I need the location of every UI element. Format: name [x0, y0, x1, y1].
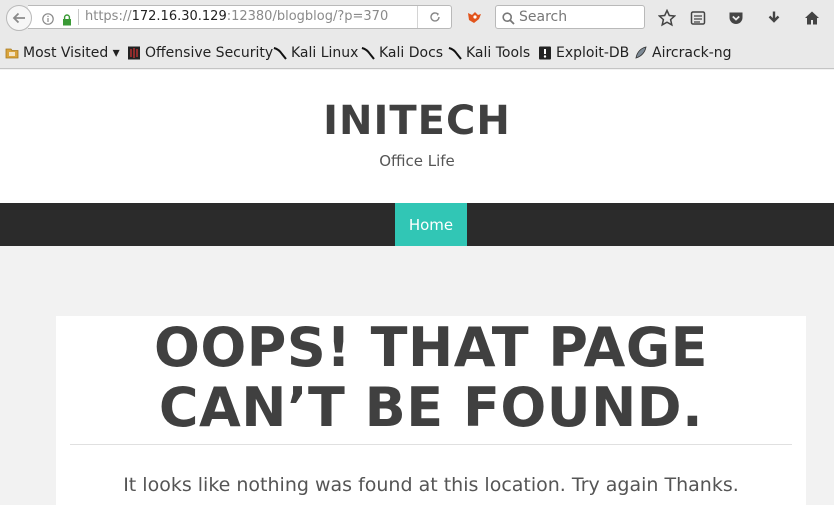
bookmark-aircrack-ng[interactable]: Aircrack-ng: [634, 44, 732, 62]
bookmark-most-visited[interactable]: Most Visited ▾: [5, 44, 120, 62]
bookmarks-toolbar: Most Visited ▾ Offensive Security Kali L…: [0, 36, 834, 69]
kali-icon: [273, 46, 287, 60]
aircrack-icon: [634, 46, 648, 60]
search-icon: [502, 10, 515, 29]
url-bar[interactable]: https://172.16.30.129:12380/blogblog/?p=…: [28, 5, 452, 29]
bookmark-label: Offensive Security: [145, 45, 274, 61]
page-title: OOPS! THAT PAGE CAN’T BE FOUND.: [153, 316, 709, 439]
site-title[interactable]: INITECH: [0, 98, 834, 144]
bookmark-label: Kali Docs: [379, 45, 444, 61]
bookmark-label: Kali Linux: [291, 45, 359, 61]
kali-icon: [448, 46, 462, 60]
bookmark-label: Kali Tools: [466, 45, 531, 61]
home-icon[interactable]: [802, 8, 822, 28]
download-icon[interactable]: [764, 8, 784, 28]
reload-icon[interactable]: [417, 6, 451, 28]
folder-icon: [5, 46, 19, 60]
url-text[interactable]: https://172.16.30.129:12380/blogblog/?p=…: [85, 9, 388, 24]
bookmark-kali-linux[interactable]: Kali Linux: [273, 44, 358, 62]
url-prefix: https://: [85, 9, 132, 24]
url-host: 172.16.30.129: [131, 9, 227, 24]
back-button[interactable]: [6, 5, 32, 31]
bookmark-label: Exploit-DB: [556, 45, 630, 61]
reading-list-icon[interactable]: [688, 8, 708, 28]
bookmark-label: Most Visited ▾: [23, 45, 120, 61]
search-placeholder: Search: [519, 9, 568, 25]
nav-item-home[interactable]: Home: [395, 203, 467, 246]
lock-icon: [62, 11, 72, 30]
back-arrow-icon: [12, 9, 26, 28]
site-description: Office Life: [379, 152, 455, 170]
bookmark-star-icon[interactable]: [657, 8, 677, 28]
main-navigation: Home: [0, 203, 834, 246]
bookmark-exploit-db[interactable]: Exploit-DB: [538, 44, 629, 62]
content-area: OOPS! THAT PAGE CAN’T BE FOUND. It looks…: [56, 316, 806, 505]
bookmark-label: Aircrack-ng: [652, 45, 732, 61]
bookmark-kali-docs[interactable]: Kali Docs: [361, 44, 443, 62]
url-separator: [78, 9, 79, 25]
not-found-message: It looks like nothing was found at this …: [123, 474, 739, 496]
pocket-icon[interactable]: [726, 8, 746, 28]
bookmark-kali-tools[interactable]: Kali Tools: [448, 44, 530, 62]
addon-fox-icon[interactable]: [466, 9, 482, 28]
kali-icon: [361, 46, 375, 60]
offsec-icon: [127, 46, 141, 60]
url-path: :12380/blogblog/?p=370: [226, 9, 389, 24]
info-icon[interactable]: [42, 10, 54, 29]
browser-toolbar: https://172.16.30.129:12380/blogblog/?p=…: [0, 0, 834, 36]
bookmark-offensive-security[interactable]: Offensive Security: [127, 44, 273, 62]
exploitdb-icon: [538, 46, 552, 60]
site-header: INITECH Office Life: [0, 70, 834, 203]
divider: [70, 444, 792, 445]
search-bar[interactable]: Search: [495, 5, 645, 29]
